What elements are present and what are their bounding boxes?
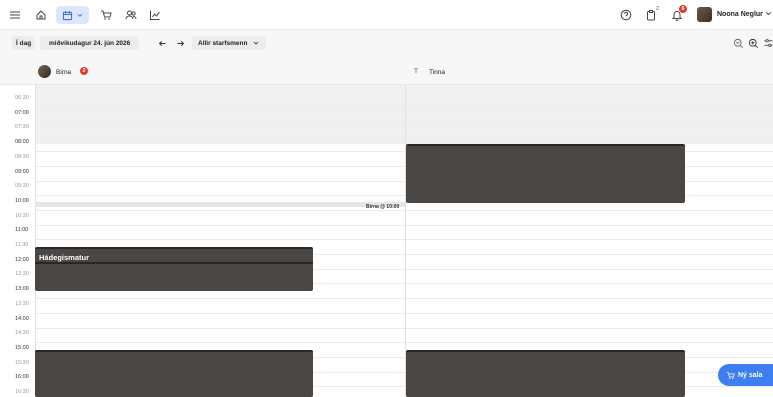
grid-line <box>35 121 773 123</box>
grid-line <box>35 209 773 211</box>
calendar-icon <box>62 10 72 20</box>
user-avatar[interactable] <box>697 7 712 22</box>
staff-filter-label: Allir starfsmenn <box>198 39 248 47</box>
time-label: 15:30 <box>15 359 29 366</box>
help-icon[interactable] <box>619 8 633 22</box>
cart-icon[interactable] <box>99 8 113 22</box>
time-label: 06:30 <box>15 95 29 101</box>
time-label: 10:00 <box>15 197 29 204</box>
appointment-block[interactable] <box>35 350 313 397</box>
time-label: 14:00 <box>15 315 29 322</box>
zoom-in-icon[interactable] <box>748 38 759 49</box>
time-label: 10:30 <box>15 212 29 219</box>
appointment-block[interactable] <box>406 144 685 203</box>
staff-avatar <box>38 65 51 78</box>
current-time-label: Birna @ 10:00 <box>366 204 400 210</box>
menu-icon[interactable] <box>8 8 22 22</box>
time-label: 08:00 <box>15 139 29 146</box>
chevron-down-icon[interactable] <box>764 9 773 18</box>
clipboard-count: 2 <box>656 6 659 12</box>
calendar-toolbar: Í dag miðvikudagur 24. jún 2026 Allir st… <box>0 30 773 60</box>
time-label: 16:30 <box>15 389 29 395</box>
users-icon[interactable] <box>124 8 138 22</box>
grid-line <box>35 298 773 300</box>
time-label: 07:30 <box>15 124 29 131</box>
grid-line <box>35 136 773 138</box>
grid-line <box>35 107 773 108</box>
staff-name: Tinna <box>429 69 446 76</box>
date-picker-button[interactable]: miðvikudagur 24. jún 2026 <box>40 36 140 50</box>
chart-icon[interactable] <box>148 8 162 22</box>
arrow-left-icon <box>158 40 165 46</box>
calendar-nav-button[interactable] <box>56 6 89 24</box>
time-label: 13:30 <box>15 300 29 307</box>
staff-name: Birna <box>56 69 72 76</box>
time-label: 14:30 <box>15 330 29 337</box>
grid-line <box>35 342 773 344</box>
arrow-right-icon <box>177 40 184 46</box>
grid-line <box>35 224 773 226</box>
top-navigation-bar: 2 6 Noona Neglur <box>0 0 773 30</box>
time-label: 09:00 <box>15 168 29 175</box>
staff-badge: 2 <box>80 67 88 75</box>
new-sale-label: Ný sala <box>738 371 763 379</box>
time-label: 12:30 <box>15 271 29 278</box>
home-icon[interactable] <box>34 8 48 22</box>
grid-line <box>35 239 773 241</box>
chevron-down-icon <box>253 41 258 45</box>
notification-badge: 6 <box>679 5 687 13</box>
block-divider <box>35 262 313 264</box>
chevron-down-icon <box>77 14 82 17</box>
time-label: 07:00 <box>15 109 29 116</box>
time-label: 16:00 <box>15 374 29 381</box>
time-label: 08:30 <box>15 153 29 160</box>
user-name[interactable]: Noona Neglur <box>717 11 763 18</box>
lunch-break-block[interactable]: Hádegismatur <box>35 247 313 291</box>
lunch-break-label: Hádegismatur <box>39 253 90 262</box>
time-label: 12:00 <box>15 256 29 263</box>
new-sale-button[interactable]: Ný sala <box>718 364 773 386</box>
current-time-marker <box>35 202 405 207</box>
time-label: 13:00 <box>15 286 29 293</box>
time-label: 11:00 <box>15 227 29 234</box>
grid-line <box>35 327 773 329</box>
staff-filter-dropdown[interactable]: Allir starfsmenn <box>192 36 266 50</box>
zoom-out-icon[interactable] <box>733 38 744 49</box>
time-label: 11:30 <box>15 242 29 248</box>
time-label: 15:00 <box>15 344 29 351</box>
staff-column-header <box>0 60 773 85</box>
cart-icon <box>726 371 735 379</box>
settings-sliders-icon[interactable] <box>764 38 773 49</box>
next-day-button[interactable] <box>174 37 186 49</box>
today-button[interactable]: Í dag <box>12 36 36 50</box>
appointment-block[interactable] <box>406 350 685 397</box>
staff-initial: T <box>414 68 418 75</box>
previous-day-button[interactable] <box>156 37 168 49</box>
time-label: 09:30 <box>15 183 29 190</box>
grid-line <box>35 312 773 314</box>
